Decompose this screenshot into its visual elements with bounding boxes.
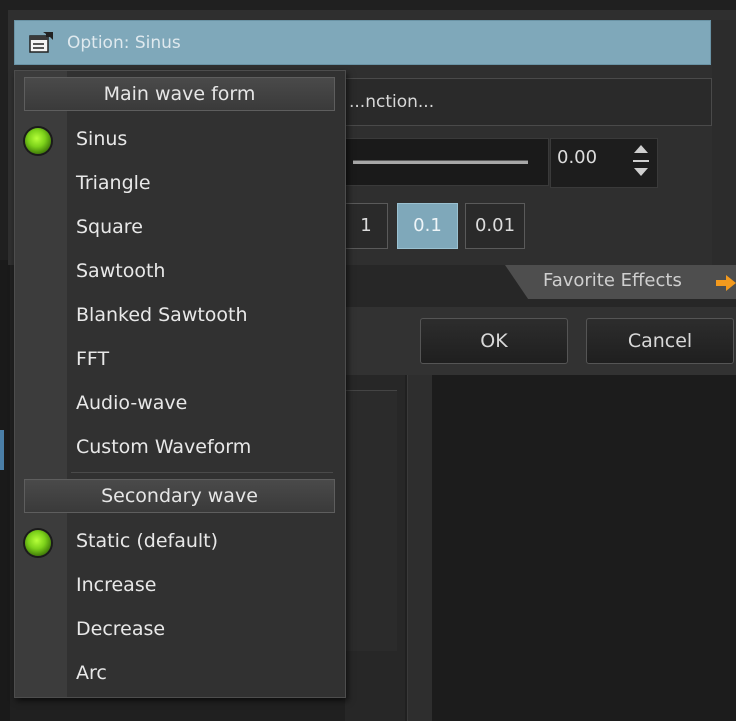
menu-item-label: Arc: [76, 662, 107, 684]
spin-up-icon[interactable]: [634, 145, 648, 153]
step-0.01-button[interactable]: 0.01: [465, 203, 525, 249]
left-edge-highlight: [0, 430, 4, 470]
step-0.1-button[interactable]: 0.1: [397, 203, 458, 249]
menu-item-label: Triangle: [76, 172, 151, 194]
dialog-title: Option: Sinus: [67, 33, 181, 53]
menu-item-triangle[interactable]: Triangle: [15, 163, 345, 207]
menu-item-square[interactable]: Square: [15, 207, 345, 251]
menu-header-secondary-wave: Secondary wave: [24, 479, 335, 513]
menu-item-label: Decrease: [76, 618, 166, 640]
menu-item-arc[interactable]: Arc: [15, 653, 345, 697]
spin-down-icon[interactable]: [634, 168, 648, 176]
menu-item-sawtooth[interactable]: Sawtooth: [15, 251, 345, 295]
left-edge-panel: [0, 260, 10, 721]
menu-item-label: Blanked Sawtooth: [76, 304, 248, 326]
step-1-button[interactable]: 1: [344, 203, 388, 249]
menu-item-label: Increase: [76, 574, 157, 596]
arrow-right-icon[interactable]: [716, 274, 736, 292]
spin-divider: [633, 160, 649, 162]
menu-item-decrease[interactable]: Decrease: [15, 609, 345, 653]
menu-item-increase[interactable]: Increase: [15, 565, 345, 609]
menu-item-sinus[interactable]: Sinus: [15, 119, 345, 163]
lower-list-panel: [345, 390, 397, 651]
menu-item-label: Static (default): [76, 530, 219, 552]
waveform-menu: Main wave form Sinus Triangle Square Saw…: [14, 70, 346, 698]
preview-area: [432, 375, 736, 721]
tab-favorite-effects-label: Favorite Effects: [543, 270, 682, 291]
menu-item-label: Square: [76, 216, 143, 238]
green-radio-icon: [25, 530, 51, 556]
function-field-text: ...nction...: [349, 92, 435, 112]
ok-button[interactable]: OK: [420, 318, 568, 364]
splitter[interactable]: [407, 375, 432, 721]
menu-header-main-wave: Main wave form: [24, 77, 335, 111]
menu-item-blanked-sawtooth[interactable]: Blanked Sawtooth: [15, 295, 345, 339]
menu-separator: [71, 472, 333, 473]
function-field[interactable]: ...nction...: [330, 78, 712, 126]
green-radio-icon: [25, 128, 51, 154]
menu-item-label: Audio-wave: [76, 392, 188, 414]
value-spinbox[interactable]: 0.00: [550, 138, 658, 188]
menu-item-label: Sinus: [76, 128, 128, 150]
menu-item-static[interactable]: Static (default): [15, 521, 345, 565]
menu-item-label: Sawtooth: [76, 260, 166, 282]
menu-item-audio-wave[interactable]: Audio-wave: [15, 383, 345, 427]
value-text: 0.00: [557, 147, 598, 168]
cancel-button[interactable]: Cancel: [586, 318, 734, 364]
dialog-title-bar[interactable]: Option: Sinus: [14, 20, 711, 65]
right-scrollbar[interactable]: [712, 20, 736, 265]
menu-item-label: FFT: [76, 348, 110, 370]
menu-item-custom-waveform[interactable]: Custom Waveform: [15, 427, 345, 471]
properties-icon: [29, 32, 53, 53]
slider-track-line: [353, 161, 528, 164]
menu-item-label: Custom Waveform: [76, 436, 252, 458]
value-slider[interactable]: [344, 138, 549, 186]
menu-item-fft[interactable]: FFT: [15, 339, 345, 383]
